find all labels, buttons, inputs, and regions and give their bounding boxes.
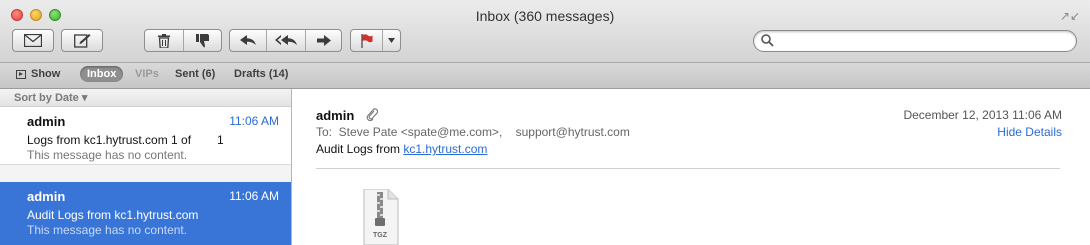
favorite-sent[interactable]: Sent (6): [175, 68, 215, 80]
reply-all-button[interactable]: [266, 30, 305, 51]
message-preview: This message has no content.: [27, 223, 188, 237]
flag-group: [350, 29, 401, 52]
compose-button[interactable]: [61, 29, 103, 52]
forward-button[interactable]: [305, 30, 341, 51]
paperclip-icon: [366, 108, 378, 121]
get-mail-button[interactable]: [12, 29, 54, 52]
reply-all-icon: [275, 35, 297, 45]
delete-junk-group: [144, 29, 222, 52]
show-label: Show: [31, 68, 61, 80]
reply-icon: [240, 35, 256, 45]
header-divider: [316, 168, 1060, 169]
attachment-tgz[interactable]: TGZ: [360, 188, 400, 245]
attachment-type-label: TGZ: [373, 232, 387, 239]
chevron-down-icon: [388, 38, 395, 43]
delete-button[interactable]: [145, 30, 183, 51]
reading-recipients: To: Steve Pate <spate@me.com>, support@h…: [316, 125, 630, 139]
forward-icon: [316, 35, 331, 46]
mail-window: Inbox (360 messages) ↗↙ Show Inbox VIPs …: [0, 0, 1090, 245]
thumbs-down-icon: [195, 33, 209, 47]
hide-details-link[interactable]: Hide Details: [997, 125, 1062, 139]
reading-date: December 12, 2013 11:06 AM: [903, 108, 1062, 122]
envelope-icon: [24, 34, 42, 47]
message-sender: admin: [27, 114, 66, 129]
subject-link[interactable]: kc1.hytrust.com: [403, 142, 487, 156]
message-list: Sort by Date ▾ admin 11:06 AM Logs from …: [0, 89, 292, 245]
list-separator: [0, 165, 291, 183]
reading-subject: Audit Logs from kc1.hytrust.com: [316, 142, 487, 156]
flag-menu-button[interactable]: [382, 30, 400, 51]
flag-button[interactable]: [351, 30, 382, 51]
thread-count: 1: [217, 133, 224, 147]
favorites-bar: Show Inbox VIPs Sent (6) Drafts (14): [0, 63, 1090, 89]
message-sender: admin: [27, 189, 66, 204]
message-subject: Audit Logs from kc1.hytrust.com: [27, 208, 199, 222]
favorite-inbox[interactable]: Inbox: [80, 66, 124, 82]
sort-label: Sort by Date ▾: [14, 92, 88, 104]
sort-bar[interactable]: Sort by Date ▾: [0, 89, 291, 107]
window-title: Inbox (360 messages): [475, 8, 615, 24]
show-mailboxes-button[interactable]: Show: [16, 68, 60, 80]
reading-pane: admin December 12, 2013 11:06 AM Hide De…: [292, 89, 1090, 245]
fullscreen-icon[interactable]: ↗↙: [1060, 9, 1080, 23]
message-row-selected[interactable]: admin 11:06 AM Audit Logs from kc1.hytru…: [0, 182, 291, 245]
subject-text: Audit Logs from: [316, 142, 404, 156]
play-icon: [16, 69, 26, 79]
search-icon: [761, 34, 774, 47]
favorite-vips[interactable]: VIPs: [135, 68, 159, 80]
message-row[interactable]: admin 11:06 AM Logs from kc1.hytrust.com…: [0, 107, 291, 165]
title-bar: Inbox (360 messages) ↗↙: [0, 0, 1090, 63]
compose-icon: [73, 34, 90, 48]
reading-sender: admin: [316, 108, 355, 123]
search-field[interactable]: [753, 30, 1077, 52]
favorite-drafts[interactable]: Drafts (14): [234, 68, 288, 80]
junk-button[interactable]: [183, 30, 221, 51]
message-subject: Logs from kc1.hytrust.com 1 of: [27, 133, 192, 147]
reply-group: [229, 29, 342, 52]
flag-icon: [360, 33, 372, 48]
search-input[interactable]: [778, 33, 1072, 51]
trash-icon: [158, 33, 171, 48]
message-time: 11:06 AM: [229, 114, 279, 128]
message-preview: This message has no content.: [27, 148, 188, 162]
message-time: 11:06 AM: [229, 189, 279, 203]
reply-button[interactable]: [230, 30, 266, 51]
